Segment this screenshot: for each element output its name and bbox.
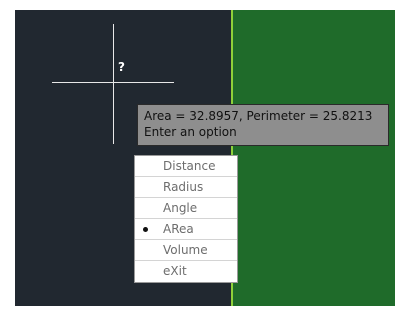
option-menu: Distance Radius Angle ARea Volume eXit xyxy=(134,155,238,283)
menu-item-label: Distance xyxy=(163,159,216,173)
menu-item-label: Radius xyxy=(163,180,204,194)
menu-item-label: eXit xyxy=(163,264,187,278)
crosshair-vertical xyxy=(113,24,114,144)
menu-item-area[interactable]: ARea xyxy=(135,219,237,240)
selected-object-fill[interactable] xyxy=(231,10,395,306)
option-prompt-text: Enter an option xyxy=(144,125,237,139)
measure-result-text: Area = 32.8957, Perimeter = 25.8213 xyxy=(144,109,373,123)
menu-item-angle[interactable]: Angle xyxy=(135,198,237,219)
menu-item-radius[interactable]: Radius xyxy=(135,177,237,198)
menu-item-exit[interactable]: eXit xyxy=(135,261,237,282)
menu-item-volume[interactable]: Volume xyxy=(135,240,237,261)
menu-item-label: ARea xyxy=(163,222,194,236)
selected-bullet-icon xyxy=(143,227,148,232)
drawing-canvas[interactable]: ? Area = 32.8957, Perimeter = 25.8213 En… xyxy=(15,10,395,306)
menu-item-distance[interactable]: Distance xyxy=(135,156,237,177)
dynamic-input-tooltip: Area = 32.8957, Perimeter = 25.8213 Ente… xyxy=(137,104,389,146)
menu-item-label: Volume xyxy=(163,243,208,257)
cursor-query-icon: ? xyxy=(118,60,125,74)
menu-item-label: Angle xyxy=(163,201,198,215)
